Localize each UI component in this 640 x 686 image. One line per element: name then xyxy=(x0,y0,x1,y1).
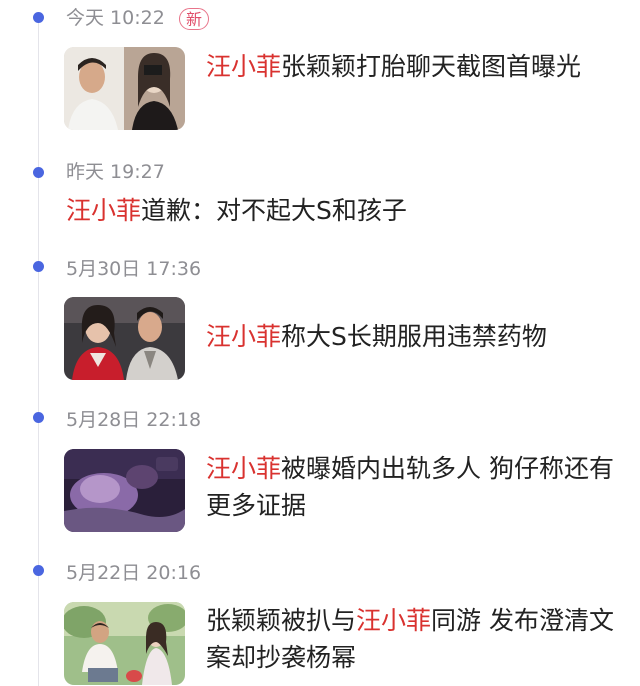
news-title[interactable]: 汪小菲道歉：对不起大S和孩子 xyxy=(66,192,616,229)
news-item[interactable]: 今天 10:22 新 汪小菲张颖颖打胎聊天截图首曝光 xyxy=(0,0,640,140)
news-item[interactable]: 5月28日 22:18 汪小菲被曝婚内出轨多人 狗仔称还有更多证据 xyxy=(0,402,640,542)
news-thumbnail[interactable] xyxy=(64,47,185,130)
news-title[interactable]: 张颖颖被扒与汪小菲同游 发布澄清文案却抄袭杨幂 xyxy=(206,602,616,676)
news-time: 今天 10:22 xyxy=(66,7,165,29)
news-thumbnail-image xyxy=(64,602,185,685)
timeline-dot xyxy=(33,412,44,423)
news-thumbnail-image xyxy=(64,47,185,130)
news-title[interactable]: 汪小菲张颖颖打胎聊天截图首曝光 xyxy=(206,48,616,85)
news-item[interactable]: 5月30日 17:36 汪小菲称大S长期服用违禁药物 xyxy=(0,252,640,392)
news-timeline: 今天 10:22 新 汪小菲张颖颖打胎聊天截图首曝光 昨天 19:27 汪小菲道… xyxy=(0,0,640,686)
news-thumbnail-image xyxy=(64,297,185,380)
news-thumbnail[interactable] xyxy=(64,449,185,532)
title-highlight: 汪小菲 xyxy=(206,454,282,483)
news-time: 5月28日 22:18 xyxy=(66,409,202,431)
news-time: 昨天 19:27 xyxy=(66,161,165,183)
news-thumbnail-image xyxy=(64,449,185,532)
timeline-dot xyxy=(33,12,44,23)
timeline-dot xyxy=(33,261,44,272)
news-item[interactable]: 5月22日 20:16 张颖颖被扒与汪小菲同游 发布澄清文案却抄袭杨幂 xyxy=(0,552,640,686)
title-highlight: 汪小菲 xyxy=(66,196,142,225)
news-item[interactable]: 昨天 19:27 汪小菲道歉：对不起大S和孩子 xyxy=(0,152,640,242)
news-title[interactable]: 汪小菲称大S长期服用违禁药物 xyxy=(206,318,616,355)
title-text: 道歉：对不起大S和孩子 xyxy=(141,196,407,225)
news-thumbnail[interactable] xyxy=(64,297,185,380)
title-text: 称大S长期服用违禁药物 xyxy=(281,322,547,351)
title-text: 张颖颖被扒与 xyxy=(206,606,357,635)
new-badge: 新 xyxy=(179,8,210,30)
news-title[interactable]: 汪小菲被曝婚内出轨多人 狗仔称还有更多证据 xyxy=(206,450,616,524)
timeline-dot xyxy=(33,565,44,576)
title-highlight: 汪小菲 xyxy=(356,606,432,635)
timeline-dot xyxy=(33,167,44,178)
news-time: 5月30日 17:36 xyxy=(66,258,202,280)
news-thumbnail[interactable] xyxy=(64,602,185,685)
title-text: 张颖颖打胎聊天截图首曝光 xyxy=(281,52,582,81)
news-time: 5月22日 20:16 xyxy=(66,562,202,584)
title-highlight: 汪小菲 xyxy=(206,52,282,81)
title-highlight: 汪小菲 xyxy=(206,322,282,351)
